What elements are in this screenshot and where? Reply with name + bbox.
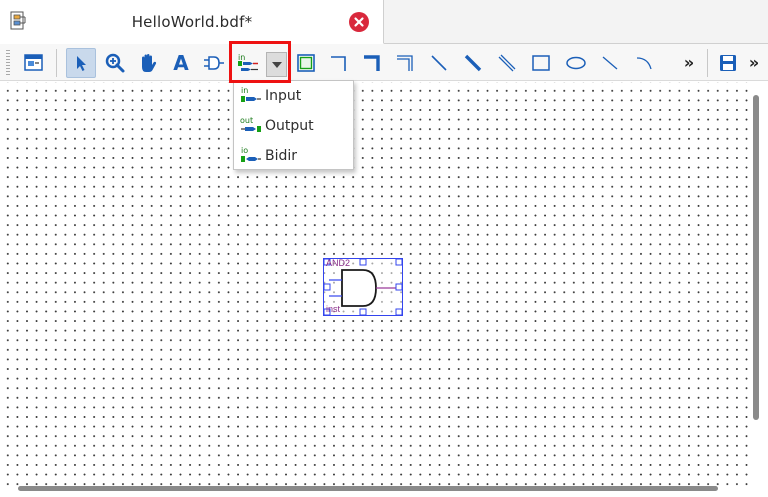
hand-tool-button[interactable] xyxy=(133,48,163,78)
pin-tool-button[interactable]: in xyxy=(233,48,263,78)
menu-item-label: Input xyxy=(265,88,302,104)
save-button[interactable] xyxy=(713,48,743,78)
bus-tool-button[interactable] xyxy=(458,48,488,78)
hand-icon xyxy=(142,54,157,72)
orthogonal-node-icon xyxy=(331,56,346,71)
symbol-instance-label: inst xyxy=(326,304,341,314)
document-tab-title: HelloWorld.bdf* xyxy=(131,13,253,31)
input-pin-icon: in xyxy=(240,85,262,107)
diagonal-bus-icon xyxy=(464,54,482,72)
orthogonal-conduit-tool-button[interactable] xyxy=(390,48,420,78)
block-editor-toolbar: A in » » xyxy=(0,44,768,81)
selection-tool-button[interactable] xyxy=(66,48,96,78)
vertical-scrollbar-thumb[interactable] xyxy=(753,95,759,420)
svg-text:in: in xyxy=(241,86,248,95)
pin-icon: in xyxy=(238,53,258,71)
document-tab-bar: HelloWorld.bdf* xyxy=(0,0,768,44)
text-tool-button[interactable]: A xyxy=(166,48,196,78)
arc-tool-button[interactable] xyxy=(629,48,659,78)
menu-item-input[interactable]: in Input xyxy=(234,81,353,111)
floppy-disk-icon xyxy=(720,55,736,71)
toolbar-overflow-button-2[interactable]: » xyxy=(745,48,763,78)
menu-item-label: Output xyxy=(265,118,314,134)
toolbar-separator xyxy=(56,49,57,77)
oval-icon xyxy=(566,56,586,70)
oval-tool-button[interactable] xyxy=(561,48,591,78)
orthogonal-node-tool-button[interactable] xyxy=(324,48,354,78)
symbol-tool-button[interactable] xyxy=(199,48,229,78)
bidir-pin-icon: io xyxy=(240,145,262,167)
symbol-type-label: AND2 xyxy=(326,258,351,268)
line-tool-button[interactable] xyxy=(595,48,625,78)
rectangle-tool-button[interactable] xyxy=(526,48,556,78)
document-tab[interactable]: HelloWorld.bdf* xyxy=(0,0,384,44)
toolbar-overflow-button[interactable]: » xyxy=(680,48,698,78)
menu-item-output[interactable]: out Output xyxy=(234,111,353,141)
window-edit-icon xyxy=(24,54,43,71)
close-icon xyxy=(354,17,364,27)
close-tab-button[interactable] xyxy=(349,12,369,32)
magnifier-plus-icon xyxy=(105,53,125,73)
orthogonal-conduit-icon xyxy=(397,55,413,71)
node-tool-button[interactable] xyxy=(424,48,454,78)
diagonal-conduit-icon xyxy=(498,54,516,72)
toolbar-grip[interactable] xyxy=(6,50,10,77)
block-tool-button[interactable] xyxy=(291,48,321,78)
zoom-tool-button[interactable] xyxy=(100,48,130,78)
block-icon xyxy=(297,54,315,72)
orthogonal-bus-tool-button[interactable] xyxy=(357,48,387,78)
rectangle-icon xyxy=(532,55,550,71)
text-A-icon: A xyxy=(173,51,189,75)
menu-item-bidir[interactable]: io Bidir xyxy=(234,141,353,171)
arc-icon xyxy=(636,57,652,70)
svg-text:in: in xyxy=(238,53,245,62)
svg-text:io: io xyxy=(241,146,248,155)
pin-tool-dropdown-button[interactable] xyxy=(266,52,287,77)
orthogonal-bus-icon xyxy=(364,55,380,71)
diagonal-line-icon xyxy=(431,55,447,71)
horizontal-scrollbar-thumb[interactable] xyxy=(18,486,718,491)
arrow-pointer-icon xyxy=(77,56,86,71)
svg-text:out: out xyxy=(240,116,253,125)
toolbar-separator xyxy=(707,49,708,77)
and-gate-icon xyxy=(204,56,224,70)
chevron-down-icon xyxy=(271,61,282,68)
pin-type-menu: in Input out Output io Bidir xyxy=(233,80,354,170)
output-pin-icon: out xyxy=(240,115,262,137)
scrollbar-corner xyxy=(752,486,768,497)
line-icon xyxy=(602,56,618,70)
conduit-tool-button[interactable] xyxy=(492,48,522,78)
edit-window-button[interactable] xyxy=(19,48,49,78)
menu-item-label: Bidir xyxy=(265,148,298,164)
